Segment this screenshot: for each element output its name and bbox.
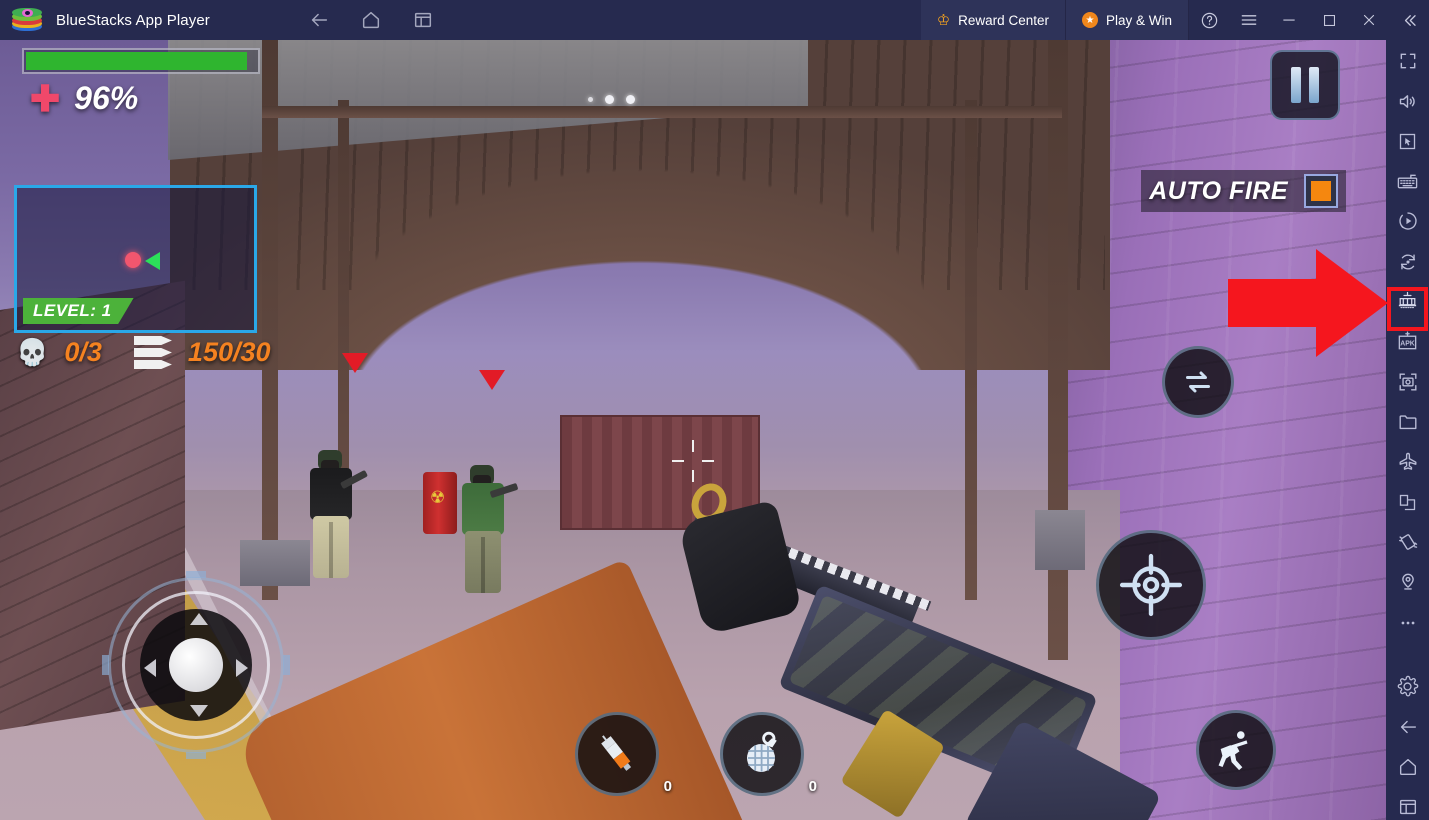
star-icon: ★ — [1081, 12, 1098, 28]
home-icon[interactable] — [360, 9, 382, 31]
kill-count: 0/3 — [64, 337, 102, 367]
more-icon[interactable] — [1386, 610, 1429, 636]
keyboard-controls-icon[interactable] — [1386, 168, 1429, 194]
enemy-soldier — [462, 465, 519, 593]
close-button[interactable] — [1349, 0, 1389, 40]
enemy-soldier — [310, 450, 369, 580]
enemy-marker — [479, 370, 505, 390]
joystick-down-arrow — [190, 705, 208, 717]
media-manager-icon[interactable] — [1386, 409, 1429, 435]
auto-fire-checkbox[interactable] — [1304, 174, 1338, 208]
reward-center-button[interactable]: ♔ Reward Center — [920, 0, 1066, 40]
help-icon[interactable] — [1189, 0, 1229, 40]
recents-icon[interactable] — [1386, 794, 1429, 820]
minimap-level-badge: LEVEL: 1 — [23, 298, 134, 324]
auto-fire-toggle[interactable]: AUTO FIRE — [1141, 170, 1346, 212]
scene-crate — [1035, 510, 1085, 570]
scene-beam — [262, 40, 278, 600]
hud-stats: 💀 0/3 150/30 — [16, 336, 271, 369]
crown-icon: ♔ — [936, 11, 951, 29]
bluestacks-logo — [12, 6, 42, 34]
bluestacks-window: BlueStacks App Player ♔ Reward Center ★ … — [0, 0, 1429, 820]
play-and-win-button[interactable]: ★ Play & Win — [1065, 0, 1189, 40]
hamburger-menu-icon[interactable] — [1229, 0, 1269, 40]
sprint-button[interactable] — [1196, 710, 1276, 790]
enemy-marker — [342, 353, 368, 373]
joystick-left-arrow — [144, 659, 156, 677]
scene-beam — [965, 100, 977, 600]
joystick-knob[interactable] — [169, 638, 223, 692]
maximize-button[interactable] — [1309, 0, 1349, 40]
titlebar-right-actions: ♔ Reward Center ★ Play & Win — [920, 0, 1429, 40]
joystick-right-arrow — [236, 659, 248, 677]
medkit-button[interactable]: 0 — [575, 712, 672, 796]
right-sidebar: APK — [1386, 40, 1429, 820]
health-bar — [22, 48, 260, 74]
rotate-icon[interactable] — [1386, 249, 1429, 275]
minimap[interactable]: LEVEL: 1 — [14, 185, 257, 333]
multi-instance-icon[interactable] — [412, 9, 434, 31]
minimap-player-arrow — [145, 252, 160, 270]
ammo-icon — [133, 336, 172, 369]
red-arrow-annotation — [1228, 249, 1388, 357]
settings-icon[interactable] — [1386, 674, 1429, 700]
volume-icon[interactable] — [1386, 88, 1429, 114]
multi-window-icon[interactable] — [1386, 489, 1429, 515]
scene-beam — [262, 106, 1062, 118]
health-percent-label: 96% — [74, 80, 139, 116]
app-title: BlueStacks App Player — [56, 11, 210, 29]
minimize-button[interactable] — [1269, 0, 1309, 40]
swap-weapon-button[interactable] — [1162, 346, 1234, 418]
macro-recorder-icon[interactable] — [1386, 286, 1429, 331]
back-icon[interactable] — [308, 9, 330, 31]
health-bar-fill — [26, 52, 247, 70]
pause-button[interactable] — [1270, 50, 1340, 120]
shake-icon[interactable] — [1386, 529, 1429, 555]
location-icon[interactable] — [1386, 569, 1429, 595]
back-icon[interactable] — [1386, 714, 1429, 740]
play-and-win-label: Play & Win — [1105, 12, 1172, 28]
grenade-button[interactable]: 0 — [720, 712, 817, 796]
fullscreen-icon[interactable] — [1386, 48, 1429, 74]
ammo-count: 150/30 — [187, 337, 271, 367]
minimap-enemy-blip — [125, 252, 141, 268]
script-icon[interactable] — [1386, 208, 1429, 234]
crosshair — [672, 440, 714, 482]
grenade-count: 0 — [808, 778, 817, 795]
aim-button[interactable] — [1096, 530, 1206, 640]
collapse-sidebar-button[interactable] — [1389, 0, 1429, 40]
window-nav-icons — [308, 9, 434, 31]
medkit-count: 0 — [663, 778, 672, 795]
joystick-up-arrow — [190, 613, 208, 625]
game-viewport[interactable]: ✚ 96% LEVEL: 1 💀 0/3 150/30 — [0, 40, 1386, 820]
scene-barrel — [423, 472, 457, 534]
screenshot-icon[interactable] — [1386, 369, 1429, 395]
movement-joystick[interactable] — [102, 571, 290, 759]
install-apk-icon[interactable]: APK — [1386, 329, 1429, 355]
title-bar: BlueStacks App Player ♔ Reward Center ★ … — [0, 0, 1429, 40]
auto-fire-label: AUTO FIRE — [1149, 176, 1288, 205]
svg-text:APK: APK — [1400, 341, 1415, 348]
reward-center-label: Reward Center — [958, 12, 1049, 28]
cursor-icon[interactable] — [1386, 128, 1429, 154]
top-indicator-dots — [588, 95, 635, 104]
skull-icon: 💀 — [16, 337, 49, 367]
health-cross-icon: ✚ — [30, 77, 61, 119]
window-controls — [1189, 0, 1429, 40]
airplane-icon[interactable] — [1386, 449, 1429, 475]
health-widget: ✚ 96% — [22, 48, 262, 117]
home-icon[interactable] — [1386, 754, 1429, 780]
